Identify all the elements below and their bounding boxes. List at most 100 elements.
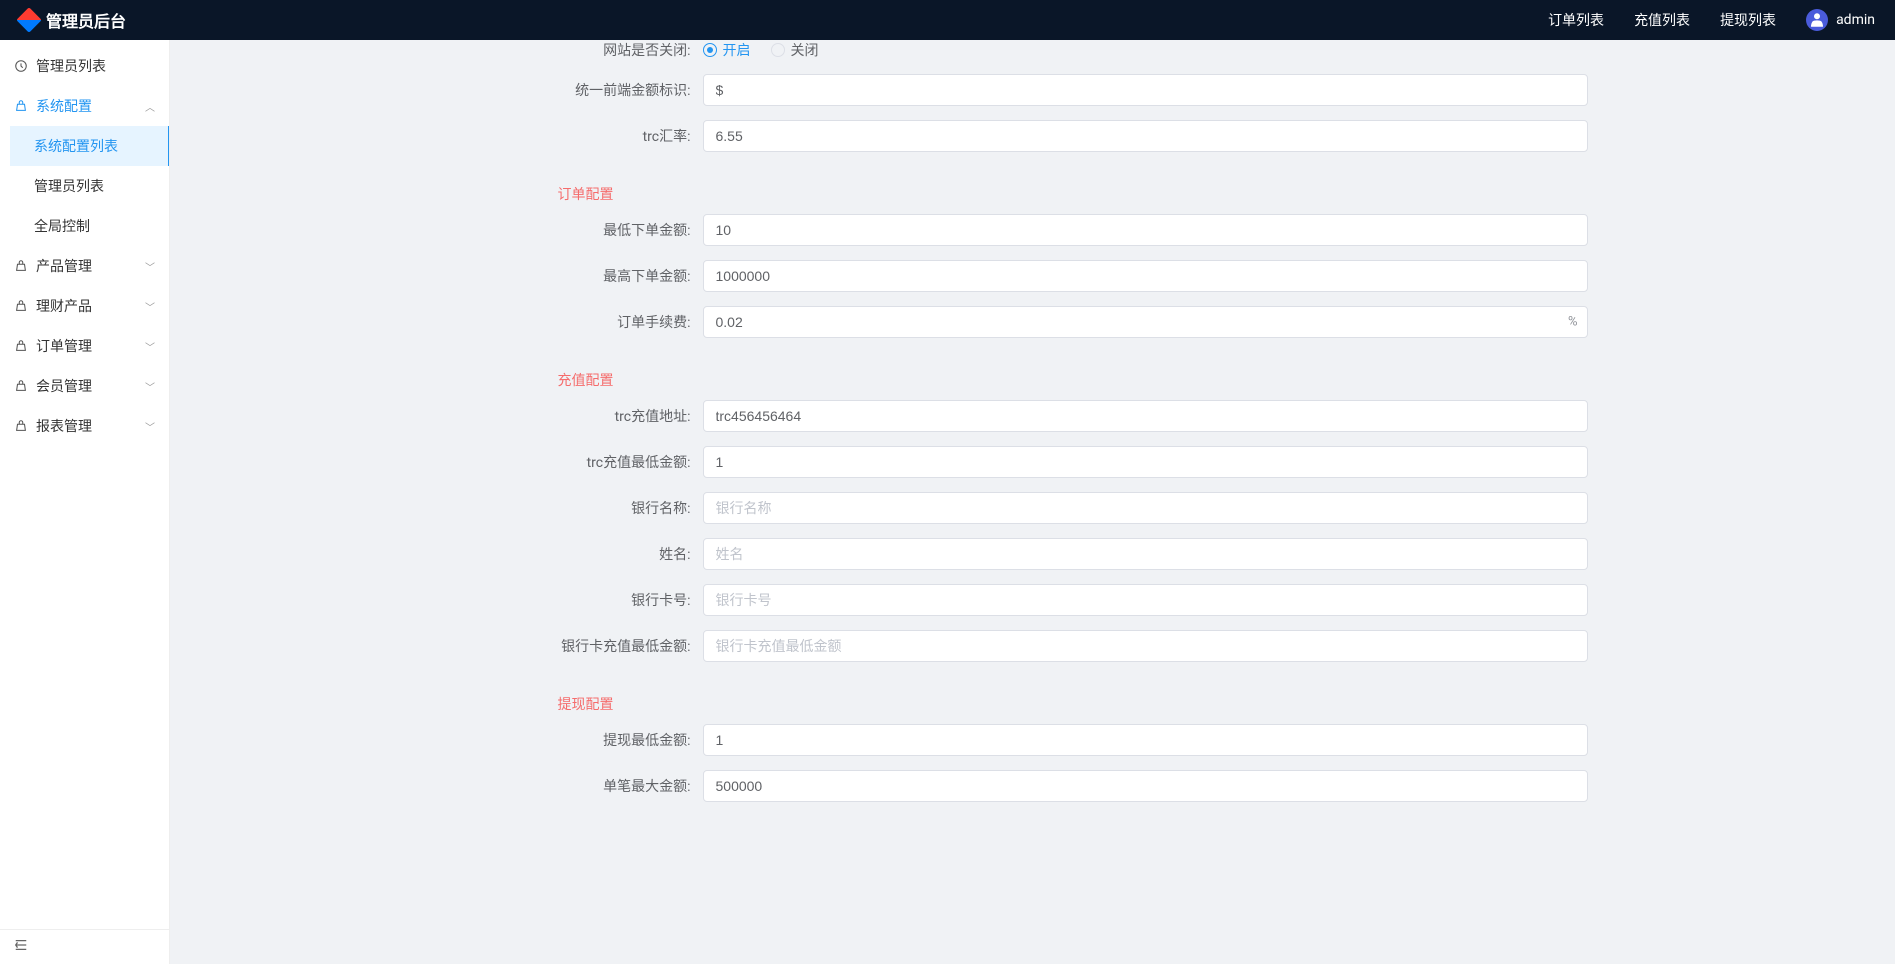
submenu-item-config-list[interactable]: 系统配置列表 (10, 126, 170, 166)
row-order-fee: 订单手续费: % (478, 306, 1588, 338)
sidebar-item-label: 产品管理 (36, 256, 92, 276)
sidebar-item-sys-config[interactable]: 系统配置 ︿ (0, 86, 169, 126)
nav-recharge[interactable]: 充值列表 (1634, 10, 1690, 30)
suffix-percent: % (1568, 315, 1578, 330)
bag-icon (14, 99, 28, 113)
row-min-order: 最低下单金额: (478, 214, 1588, 246)
sidebar-item-label: 理财产品 (36, 296, 92, 316)
input-bank-name[interactable] (703, 492, 1588, 524)
config-form: 网站是否关闭: 开启 关闭 统一前端金额标识: trc汇率: 订单配置 最低 (478, 40, 1588, 802)
label-min-order: 最低下单金额: (478, 220, 703, 240)
section-title-order: 订单配置 (478, 166, 1588, 214)
bag-icon (14, 259, 28, 273)
bag-icon (14, 379, 28, 393)
label-trc-addr: trc充值地址: (478, 406, 703, 426)
sidebar-item-label: 管理员列表 (36, 56, 106, 76)
radio-open[interactable]: 开启 (703, 40, 751, 60)
logo-icon (16, 7, 41, 32)
sidebar-item-product-mgmt[interactable]: 产品管理 ﹀ (0, 246, 169, 286)
sidebar-item-label: 订单管理 (36, 336, 92, 356)
input-withdraw-min[interactable] (703, 724, 1588, 756)
input-max-order[interactable] (703, 260, 1588, 292)
row-trc-min: trc充值最低金额: (478, 446, 1588, 478)
header-right: 订单列表 充值列表 提现列表 admin (1548, 9, 1875, 31)
row-trc-rate: trc汇率: (478, 120, 1588, 152)
input-trc-min[interactable] (703, 446, 1588, 478)
label-bank-name: 银行名称: (478, 498, 703, 518)
input-order-fee[interactable] (703, 306, 1588, 338)
row-trc-addr: trc充值地址: (478, 400, 1588, 432)
sidebar: 管理员列表 系统配置 ︿ 系统配置列表 管理员列表 全局控制 产品管理 (0, 40, 170, 964)
label-name: 姓名: (478, 544, 703, 564)
input-bank-min[interactable] (703, 630, 1588, 662)
label-bank-card: 银行卡号: (478, 590, 703, 610)
sidebar-item-report-mgmt[interactable]: 报表管理 ﹀ (0, 406, 169, 446)
sidebar-item-admin-list[interactable]: 管理员列表 (0, 46, 169, 86)
nav-orders[interactable]: 订单列表 (1548, 10, 1604, 30)
radio-label: 开启 (723, 40, 751, 60)
input-withdraw-max[interactable] (703, 770, 1588, 802)
top-header: 管理员后台 订单列表 充值列表 提现列表 admin (0, 0, 1895, 40)
input-trc-rate[interactable] (703, 120, 1588, 152)
bag-icon (14, 299, 28, 313)
bag-icon (14, 419, 28, 433)
radio-close[interactable]: 关闭 (771, 40, 819, 60)
row-bank-min: 银行卡充值最低金额: (478, 630, 1588, 662)
sidebar-item-label: 系统配置 (36, 96, 92, 116)
sidebar-item-label: 报表管理 (36, 416, 92, 436)
row-name: 姓名: (478, 538, 1588, 570)
input-bank-card[interactable] (703, 584, 1588, 616)
input-name[interactable] (703, 538, 1588, 570)
chevron-up-icon: ︿ (145, 99, 155, 114)
sidebar-item-label: 会员管理 (36, 376, 92, 396)
radio-label: 关闭 (791, 40, 819, 60)
sidebar-item-order-mgmt[interactable]: 订单管理 ﹀ (0, 326, 169, 366)
chevron-down-icon: ﹀ (145, 339, 155, 354)
chevron-down-icon: ﹀ (145, 299, 155, 314)
label-trc-rate: trc汇率: (478, 126, 703, 146)
chevron-down-icon: ﹀ (145, 419, 155, 434)
row-bank-card: 银行卡号: (478, 584, 1588, 616)
input-min-order[interactable] (703, 214, 1588, 246)
label-bank-min: 银行卡充值最低金额: (478, 636, 703, 656)
header-nav: 订单列表 充值列表 提现列表 (1548, 10, 1776, 30)
submenu-item-admin-list[interactable]: 管理员列表 (10, 166, 169, 206)
label-withdraw-min: 提现最低金额: (478, 730, 703, 750)
brand-area: 管理员后台 (20, 8, 126, 32)
label-order-fee: 订单手续费: (478, 312, 703, 332)
label-site-closed: 网站是否关闭: (478, 40, 703, 60)
brand-title: 管理员后台 (46, 8, 126, 32)
label-max-order: 最高下单金额: (478, 266, 703, 286)
submenu-sys-config: 系统配置列表 管理员列表 全局控制 (0, 126, 169, 246)
chevron-down-icon: ﹀ (145, 379, 155, 394)
radio-group-site-closed: 开启 关闭 (703, 40, 1588, 60)
user-name: admin (1836, 12, 1875, 28)
row-withdraw-max: 单笔最大金额: (478, 770, 1588, 802)
sidebar-item-member-mgmt[interactable]: 会员管理 ﹀ (0, 366, 169, 406)
row-bank-name: 银行名称: (478, 492, 1588, 524)
sidebar-menu: 管理员列表 系统配置 ︿ 系统配置列表 管理员列表 全局控制 产品管理 (0, 40, 169, 929)
chevron-down-icon: ﹀ (145, 259, 155, 274)
row-currency-prefix: 统一前端金额标识: (478, 74, 1588, 106)
row-max-order: 最高下单金额: (478, 260, 1588, 292)
avatar-icon (1806, 9, 1828, 31)
radio-icon (703, 43, 717, 57)
label-withdraw-max: 单笔最大金额: (478, 776, 703, 796)
label-trc-min: trc充值最低金额: (478, 452, 703, 472)
label-currency-prefix: 统一前端金额标识: (478, 80, 703, 100)
nav-withdraw[interactable]: 提现列表 (1720, 10, 1776, 30)
main-content: 网站是否关闭: 开启 关闭 统一前端金额标识: trc汇率: 订单配置 最低 (170, 40, 1895, 836)
section-title-recharge: 充值配置 (478, 352, 1588, 400)
row-withdraw-min: 提现最低金额: (478, 724, 1588, 756)
submenu-item-global[interactable]: 全局控制 (10, 206, 169, 246)
clock-icon (14, 59, 28, 73)
radio-icon (771, 43, 785, 57)
bag-icon (14, 339, 28, 353)
sidebar-item-finance-product[interactable]: 理财产品 ﹀ (0, 286, 169, 326)
input-trc-addr[interactable] (703, 400, 1588, 432)
user-menu[interactable]: admin (1806, 9, 1875, 31)
row-site-closed: 网站是否关闭: 开启 关闭 (478, 40, 1588, 60)
collapse-sidebar-button[interactable] (0, 929, 169, 964)
section-title-withdraw: 提现配置 (478, 676, 1588, 724)
input-currency-prefix[interactable] (703, 74, 1588, 106)
